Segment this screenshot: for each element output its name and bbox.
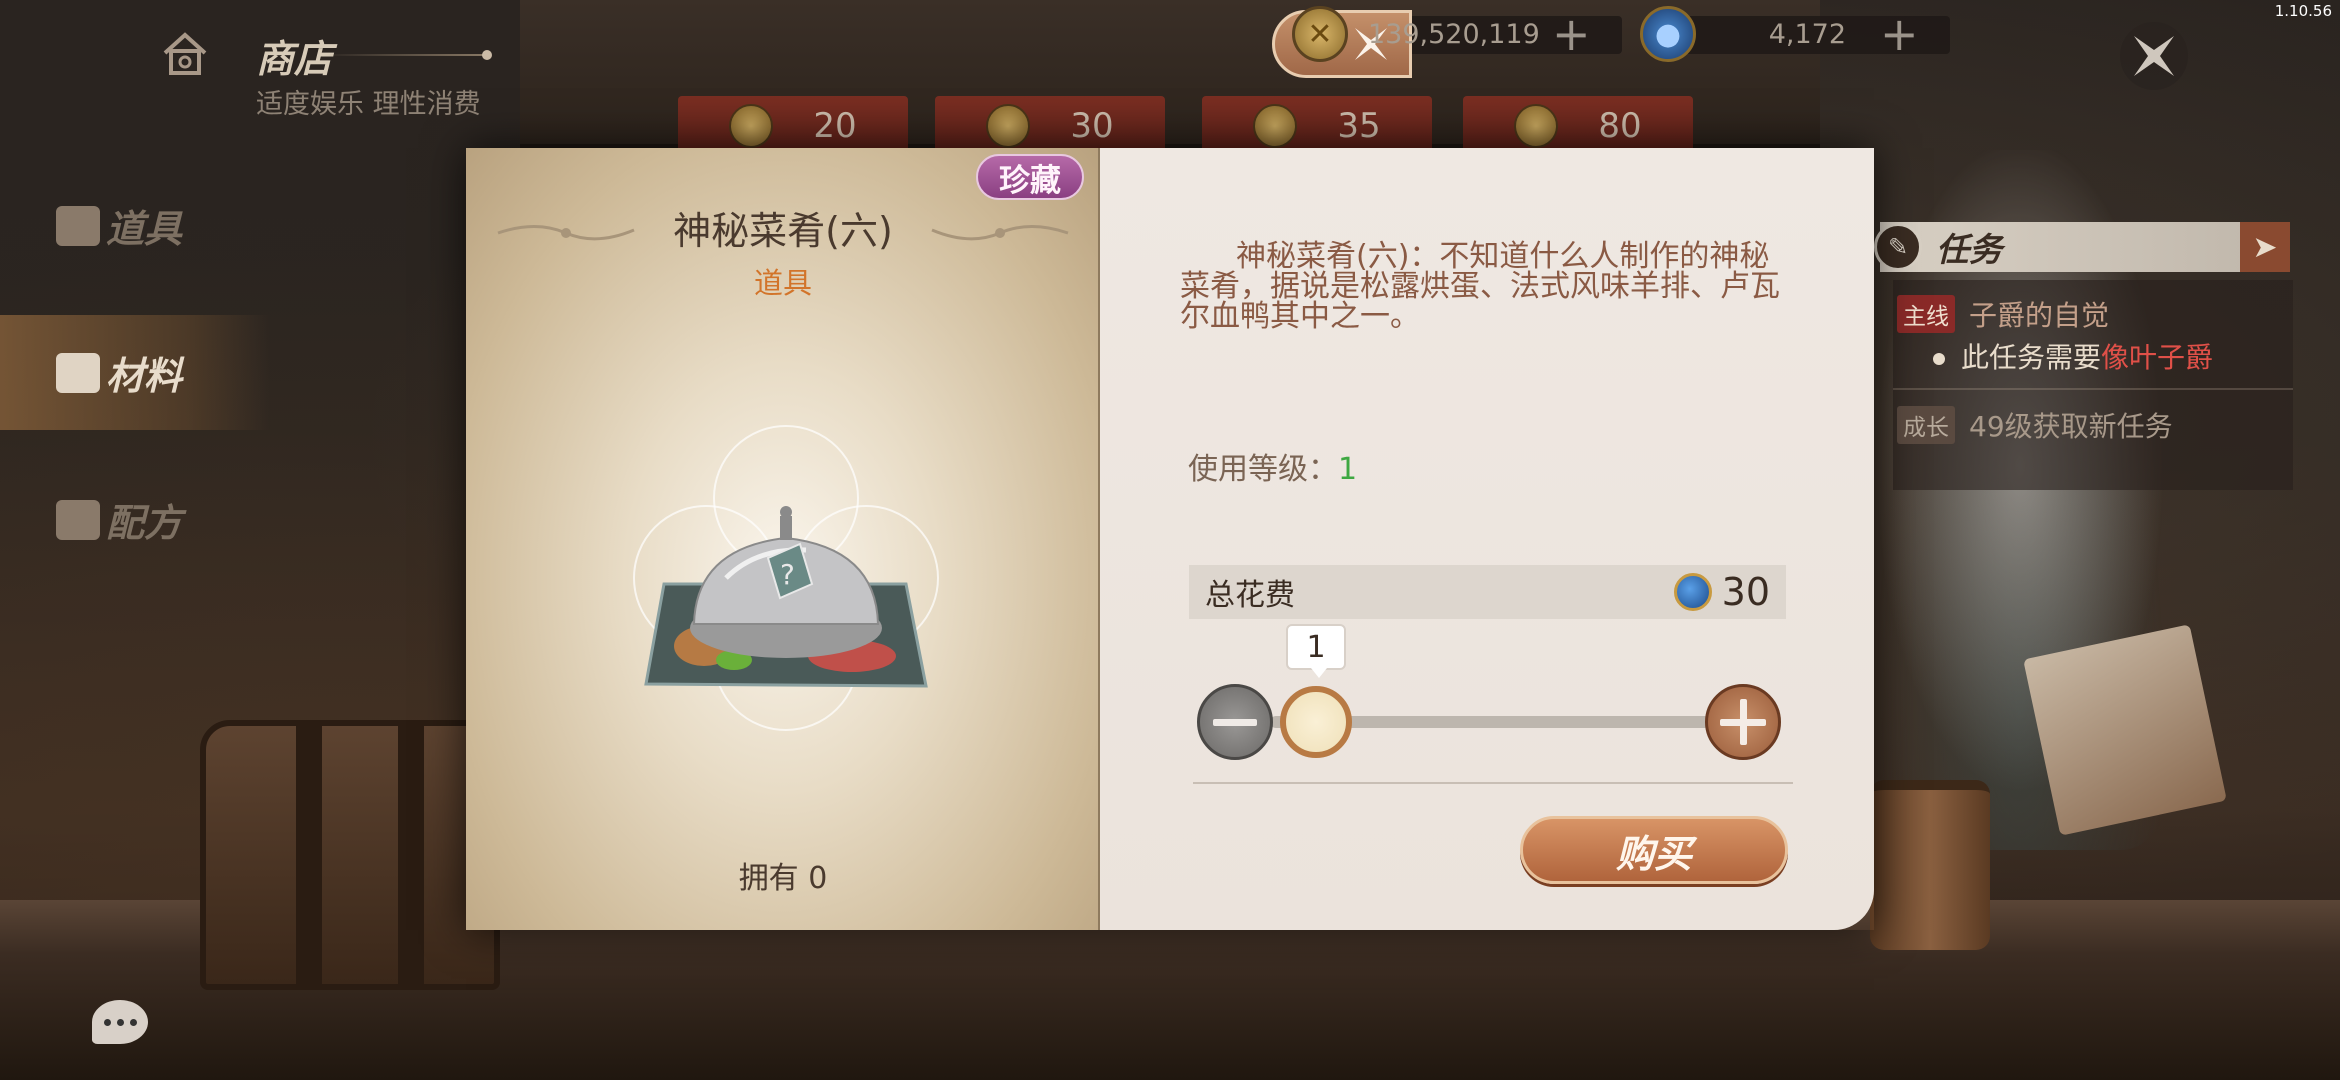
sidebar-item-recipes[interactable]: 配方 bbox=[0, 462, 270, 577]
bag-icon bbox=[56, 205, 100, 246]
sidebar-item-label: 材料 bbox=[106, 353, 183, 398]
detail-divider bbox=[1193, 782, 1793, 784]
title-dot bbox=[482, 50, 492, 60]
total-cost-bar: 总花费 30 bbox=[1189, 565, 1786, 619]
price-tab[interactable]: 30 bbox=[935, 96, 1165, 156]
close-shop-icon[interactable] bbox=[2118, 20, 2190, 92]
quest-sub-highlight: 像叶子爵 bbox=[2101, 341, 2214, 374]
quest-sub-row: 此任务需要像叶子爵 bbox=[1933, 336, 2213, 376]
decrease-quantity-button[interactable] bbox=[1197, 684, 1273, 760]
sidebar-item-label: 配方 bbox=[106, 500, 183, 545]
mystery-dish-icon: ? bbox=[633, 425, 939, 731]
quest-main-row[interactable]: 主线 子爵的自觉 bbox=[1897, 294, 2109, 334]
quantity-bubble: 1 bbox=[1286, 624, 1346, 678]
item-type: 道具 bbox=[753, 266, 812, 300]
quest-title: 任务 bbox=[1936, 230, 2002, 269]
gem-amount: 4,172 bbox=[1768, 18, 1846, 50]
currency-gold: ✕ 139,520,119 + bbox=[1292, 6, 1622, 62]
item-description: 神秘菜肴(六)：不知道什么人制作的神秘菜肴，据说是松露烘蛋、法式风味羊排、卢瓦尔… bbox=[1180, 239, 1780, 334]
background-chest bbox=[200, 720, 500, 990]
bullet-icon bbox=[1933, 353, 1945, 365]
use-level-label: 使用等级： bbox=[1188, 452, 1338, 487]
version-label: 1.10.56 bbox=[2274, 2, 2332, 20]
total-cost-value: 30 bbox=[1721, 570, 1770, 614]
blue-gem-icon: ● bbox=[1640, 6, 1696, 62]
coin-icon bbox=[1514, 104, 1559, 148]
scroll-icon bbox=[56, 499, 100, 540]
minus-icon bbox=[1213, 718, 1257, 726]
home-button[interactable] bbox=[150, 18, 220, 88]
quest-header[interactable]: ✎ 任务 ➤ bbox=[1874, 222, 2290, 272]
price-tab[interactable]: 80 bbox=[1463, 96, 1693, 156]
flourish-right-icon bbox=[931, 225, 1069, 241]
gold-coin-icon: ✕ bbox=[1292, 6, 1348, 62]
background-books bbox=[2023, 624, 2227, 836]
quest-divider bbox=[1893, 388, 2293, 390]
svg-text:?: ? bbox=[780, 558, 795, 591]
quest-arrow-icon[interactable]: ➤ bbox=[2240, 222, 2290, 272]
quest-main-text: 子爵的自觉 bbox=[1969, 299, 2110, 332]
sidebar-item-label: 道具 bbox=[106, 206, 183, 251]
use-level-value: 1 bbox=[1338, 452, 1358, 487]
quest-grow-row[interactable]: 成长 49级获取新任务 bbox=[1897, 405, 2173, 445]
sidebar-item-materials[interactable]: 材料 bbox=[0, 315, 270, 430]
increase-quantity-button[interactable] bbox=[1705, 684, 1781, 760]
quest-grow-text: 49级获取新任务 bbox=[1969, 410, 2173, 443]
book-icon bbox=[56, 352, 100, 393]
quantity-slider-thumb[interactable] bbox=[1280, 686, 1352, 758]
sidebar-item-props[interactable]: 道具 bbox=[0, 168, 270, 283]
home-icon bbox=[163, 32, 207, 75]
gold-amount: 139,520,119 bbox=[1368, 18, 1540, 50]
use-level: 使用等级：1 bbox=[1188, 444, 1357, 488]
blue-gem-icon bbox=[1673, 573, 1712, 611]
price-tab[interactable]: 20 bbox=[678, 96, 908, 156]
buy-button[interactable]: 购买 bbox=[1520, 816, 1788, 884]
quest-sub-text: 此任务需要 bbox=[1961, 341, 2102, 374]
chat-dot-icon bbox=[116, 1018, 124, 1026]
coin-icon bbox=[986, 104, 1031, 148]
title-divider bbox=[320, 54, 490, 56]
add-gold-button[interactable]: + bbox=[1552, 11, 1591, 57]
chat-button[interactable] bbox=[92, 1000, 148, 1044]
chat-dot-icon bbox=[129, 1018, 137, 1026]
item-preview-panel: 珍藏 神秘菜肴(六) 道具 ? 拥有 0 bbox=[466, 148, 1100, 930]
total-cost-label: 总花费 bbox=[1205, 578, 1295, 613]
quest-main-tag: 主线 bbox=[1897, 295, 1955, 333]
coin-icon bbox=[1253, 104, 1298, 148]
chat-dot-icon bbox=[103, 1018, 111, 1026]
add-gem-button[interactable]: + bbox=[1880, 11, 1919, 57]
quest-icon: ✎ bbox=[1874, 223, 1922, 271]
quest-grow-tag: 成长 bbox=[1897, 406, 1955, 444]
coin-icon bbox=[729, 104, 774, 148]
price-tab[interactable]: 35 bbox=[1202, 96, 1432, 156]
currency-gem: ● 4,172 + bbox=[1640, 6, 1950, 62]
rarity-badge: 珍藏 bbox=[976, 154, 1084, 200]
owned-count: 拥有 0 bbox=[738, 861, 828, 896]
background-barrel bbox=[1870, 780, 1990, 950]
page-subtitle: 适度娱乐 理性消费 bbox=[256, 89, 481, 120]
